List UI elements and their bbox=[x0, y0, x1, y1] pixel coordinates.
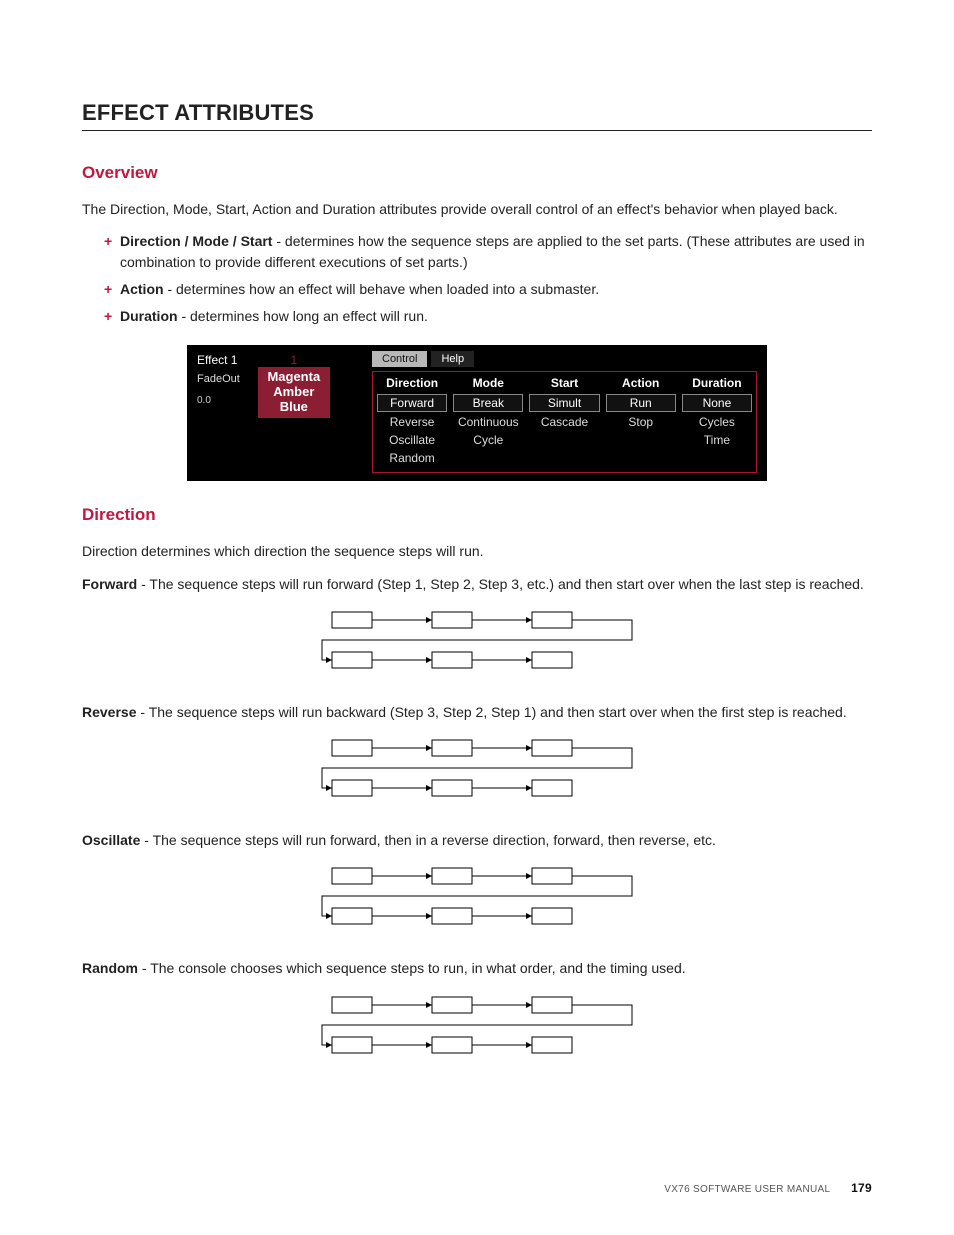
page-title: EFFECT ATTRIBUTES bbox=[82, 100, 872, 131]
fx-option: Time bbox=[682, 432, 752, 448]
overview-heading: Overview bbox=[82, 163, 872, 183]
fx-option: Continuous bbox=[453, 414, 523, 430]
list-item: Duration - determines how long an effect… bbox=[104, 306, 872, 327]
fx-option-selected: Forward bbox=[377, 394, 447, 412]
direction-heading: Direction bbox=[82, 505, 872, 525]
fx-column: Mode Break Continuous Cycle bbox=[453, 376, 523, 468]
fx-column-header: Mode bbox=[453, 376, 523, 390]
fx-option: Random bbox=[377, 450, 447, 466]
sequence-diagram bbox=[312, 991, 642, 1069]
fx-option-selected: Simult bbox=[529, 394, 599, 412]
fadeout-label: FadeOut bbox=[197, 373, 240, 385]
direction-term: Random - The console chooses which seque… bbox=[82, 958, 872, 1068]
sequence-diagram bbox=[312, 734, 642, 812]
fx-column: Duration None Cycles Time bbox=[682, 376, 752, 468]
fx-option: Cascade bbox=[529, 414, 599, 430]
effect-chip: 1 Magenta Amber Blue bbox=[254, 351, 334, 422]
manual-name: VX76 SOFTWARE USER MANUAL bbox=[664, 1184, 830, 1195]
fx-option: Reverse bbox=[377, 414, 447, 430]
fx-option-selected: None bbox=[682, 394, 752, 412]
effect-panel-figure: Effect 1 FadeOut 0.0 1 Magenta Amber Blu… bbox=[187, 345, 767, 481]
fadeout-value: 0.0 bbox=[197, 395, 240, 406]
fx-column-header: Action bbox=[606, 376, 676, 390]
fx-column: Action Run Stop bbox=[606, 376, 676, 468]
effect-label: Effect 1 bbox=[197, 351, 240, 367]
sequence-diagram bbox=[312, 862, 642, 940]
list-item: Direction / Mode / Start - determines ho… bbox=[104, 231, 872, 273]
page-footer: VX76 SOFTWARE USER MANUAL 179 bbox=[664, 1181, 872, 1195]
overview-intro: The Direction, Mode, Start, Action and D… bbox=[82, 199, 872, 219]
page-number: 179 bbox=[851, 1181, 872, 1195]
fx-option: Cycle bbox=[453, 432, 523, 448]
tab-control: Control bbox=[372, 351, 427, 367]
fx-option: Oscillate bbox=[377, 432, 447, 448]
direction-intro: Direction determines which direction the… bbox=[82, 541, 872, 561]
direction-term: Oscillate - The sequence steps will run … bbox=[82, 830, 872, 940]
overview-bullets: Direction / Mode / Start - determines ho… bbox=[82, 231, 872, 327]
fx-column: Start Simult Cascade bbox=[529, 376, 599, 468]
fx-column-header: Duration bbox=[682, 376, 752, 390]
fx-column-header: Start bbox=[529, 376, 599, 390]
fx-option: Cycles bbox=[682, 414, 752, 430]
list-item: Action - determines how an effect will b… bbox=[104, 279, 872, 300]
direction-term: Reverse - The sequence steps will run ba… bbox=[82, 702, 872, 812]
direction-term: Forward - The sequence steps will run fo… bbox=[82, 574, 872, 684]
fx-option-selected: Break bbox=[453, 394, 523, 412]
fx-option: Stop bbox=[606, 414, 676, 430]
fx-column: Direction Forward Reverse Oscillate Random bbox=[377, 376, 447, 468]
tab-help: Help bbox=[431, 351, 474, 367]
fx-option-selected: Run bbox=[606, 394, 676, 412]
sequence-diagram bbox=[312, 606, 642, 684]
fx-column-header: Direction bbox=[377, 376, 447, 390]
